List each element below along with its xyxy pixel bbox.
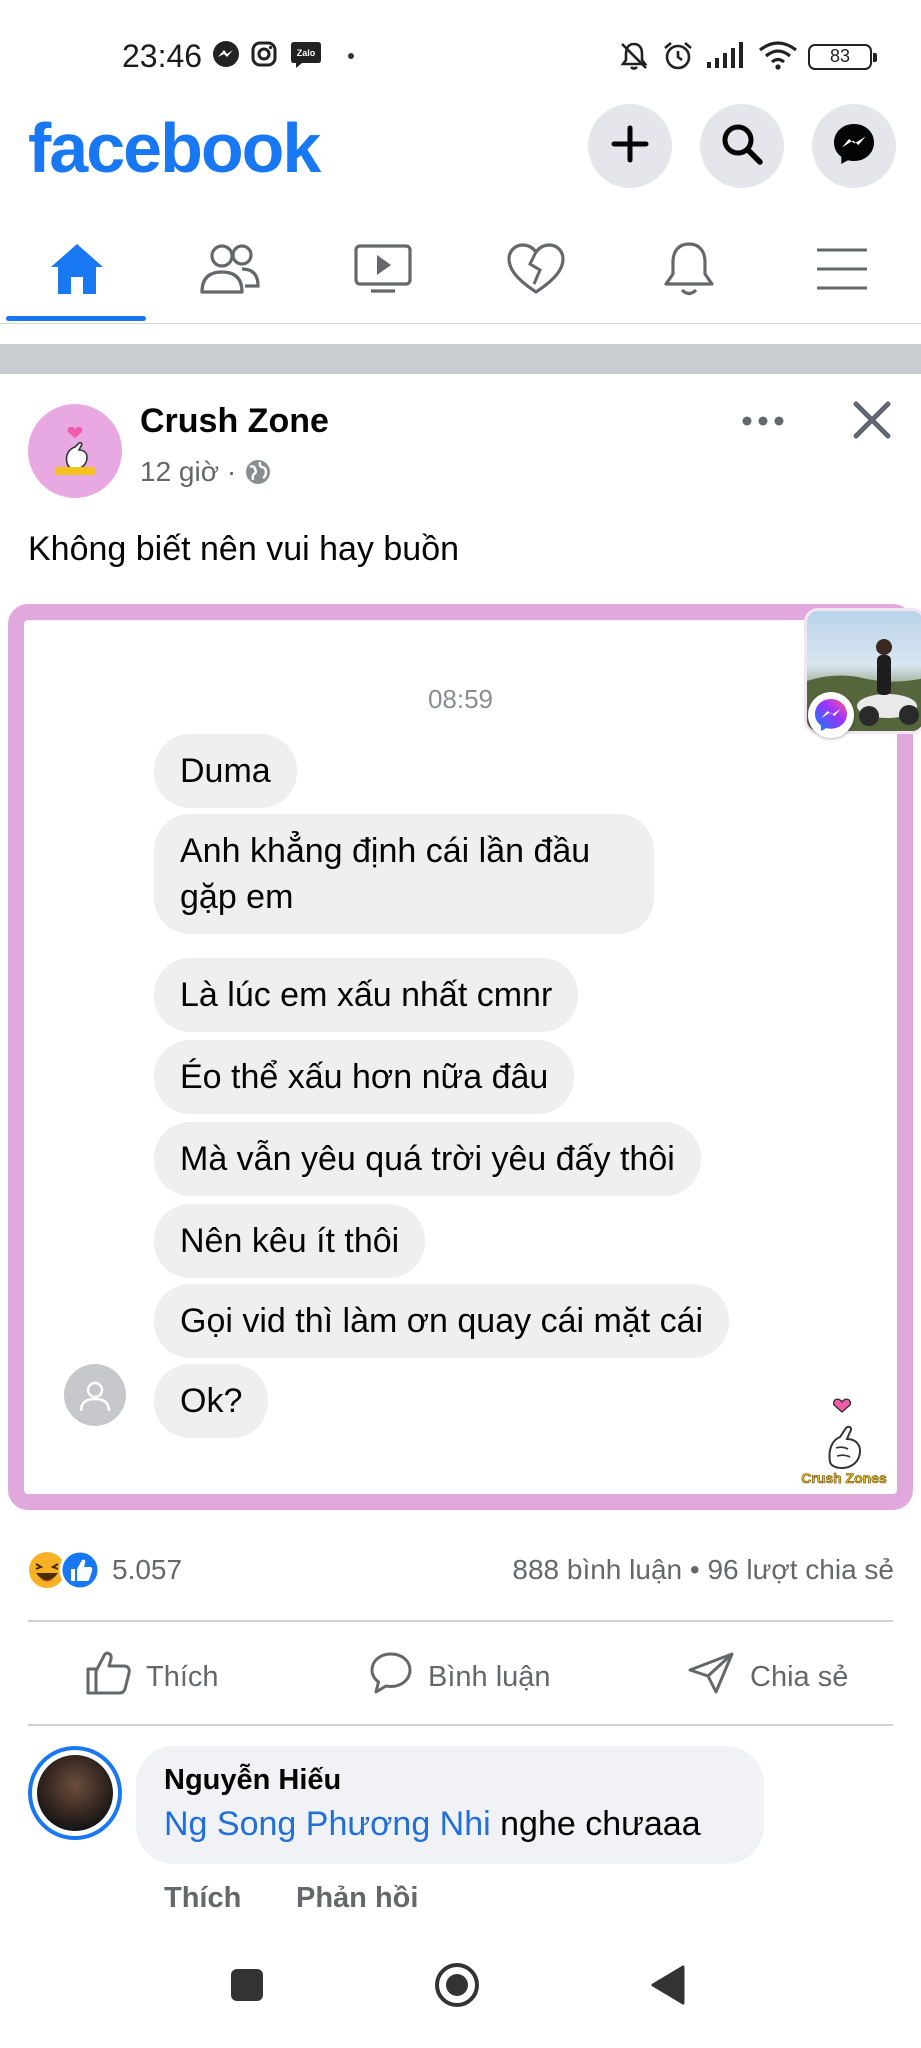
add-button[interactable] [588,104,672,188]
watch-icon [353,243,413,300]
reaction-count[interactable]: 5.057 [112,1554,182,1586]
dating-icon [506,242,566,301]
home-circle-icon [434,1962,480,2013]
instagram-icon [250,40,280,70]
tab-menu[interactable] [765,220,918,322]
chat-bubble: Nên kêu ít thôi [154,1204,426,1278]
notifications-icon [662,240,716,303]
tab-friends[interactable] [153,220,306,322]
nav-bar [0,220,921,324]
mute-icon [618,40,648,70]
comment-button[interactable]: Bình luận [368,1648,551,1706]
post-caption: Không biết nên vui hay buồn [28,530,460,568]
user-placeholder-icon [79,1381,111,1412]
recents-icon [229,1967,265,2008]
more-options-button[interactable] [740,406,786,441]
zalo-label: Zalo [297,48,316,58]
feed-divider [0,344,921,374]
active-tab-indicator [6,316,146,321]
comment-icon [368,1650,414,1704]
post-image[interactable]: 08:59 Duma Anh khẳng định cái lần đầu gặ… [8,604,921,1510]
page-name[interactable]: Crush Zone [140,402,329,441]
more-icon [740,416,786,440]
close-icon [852,401,892,444]
recents-button[interactable] [224,1964,270,2010]
messenger-icon [831,121,877,172]
chat-bubble: Gọi vid thì làm ơn quay cái mặt cái [154,1284,730,1358]
engagement-stats[interactable]: 888 bình luận • 96 lượt chia sẻ [512,1554,894,1586]
finger-heart-logo [55,426,95,475]
page-avatar[interactable] [28,404,122,498]
facebook-logo[interactable]: facebook [28,108,321,188]
chat-bubble: Duma [154,734,297,808]
chat-timestamp: 08:59 [427,684,494,714]
comment-reply-button[interactable]: Phản hồi [296,1882,418,1915]
chat-bubble: Là lúc em xấu nhất cmnr [154,958,579,1032]
search-icon [720,122,764,171]
sender-avatar [64,1364,126,1426]
watermark-text: Crush Zones [801,1470,887,1487]
post-time-text: 12 giờ · [140,456,244,487]
dot-icon [348,53,354,59]
tab-home[interactable] [0,220,153,322]
chat-bubble: Mà vẫn yêu quá trời yêu đấy thôi [154,1122,701,1196]
status-bar: 23:46 Zalo 83 [0,0,921,110]
search-button[interactable] [700,104,784,188]
share-label: Chia sẻ [750,1660,849,1693]
tab-dating[interactable] [459,220,612,322]
share-icon [686,1650,736,1704]
commenter-avatar[interactable] [28,1746,122,1840]
like-button[interactable]: Thích [84,1648,219,1706]
messenger-button[interactable] [812,104,896,188]
comment-body: nghe chưaaa [490,1805,701,1843]
commenter-name[interactable]: Nguyễn Hiếu [164,1764,736,1797]
friends-icon [198,242,262,301]
messenger-badge-icon [808,692,854,738]
like-label: Thích [146,1660,219,1693]
add-icon [610,124,650,169]
comment-mention[interactable]: Ng Song Phương Nhi [164,1805,491,1843]
commenter-photo [37,1755,113,1831]
chat-bubble: Anh khẳng định cái lần đầu gặp em [154,814,654,934]
post-timestamp: 12 giờ · [140,456,272,493]
hide-post-button[interactable] [852,400,892,445]
chat-bubble: Éo thể xấu hơn nữa đâu [154,1040,575,1114]
home-icon [47,241,107,302]
home-system-button[interactable] [434,1962,480,2013]
back-button[interactable] [644,1964,690,2010]
comment-like-button[interactable]: Thích [164,1882,241,1915]
comment-bubble[interactable]: Nguyễn Hiếu Ng Song Phương Nhi nghe chưa… [136,1746,764,1864]
chat-bubble: Ok? [154,1364,269,1438]
comment-label: Bình luận [428,1660,551,1693]
alarm-icon [662,40,692,70]
tab-notifications[interactable] [612,220,765,322]
divider [28,1724,893,1726]
battery-indicator: 83 [808,44,877,70]
like-icon [59,1549,101,1591]
divider [28,1620,893,1622]
wifi-icon [758,40,798,70]
tab-watch[interactable] [306,220,459,322]
thumbs-up-icon [84,1649,132,1705]
comment-text: Ng Song Phương Nhi nghe chưaaa [164,1805,736,1844]
signal-icon [706,40,750,70]
menu-icon [815,246,869,297]
status-time: 23:46 [122,38,203,74]
globe-icon [244,458,272,493]
share-button[interactable]: Chia sẻ [686,1648,848,1706]
back-icon [647,1964,687,2011]
zalo-icon: Zalo [290,40,324,70]
reaction-icons[interactable] [26,1548,106,1592]
messenger-icon [212,40,242,70]
